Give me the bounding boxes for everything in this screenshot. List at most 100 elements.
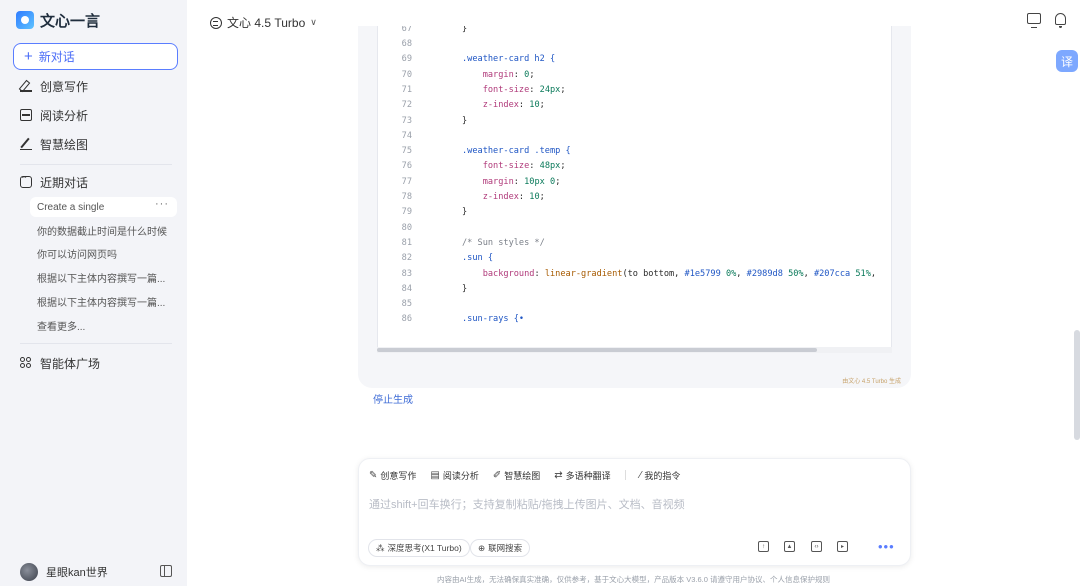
web-search-label: 联网搜索 [488,543,523,553]
code-text: background: linear-gradient(to bottom, #… [482,268,877,279]
code-text: font-size: 24px; [482,84,566,95]
code-line: 71 font-size: 24px; [378,83,891,98]
tool-label: 我的指令 [644,470,681,481]
line-number: 72 [401,100,412,111]
code-text: z-index: 10; [482,192,545,202]
code-block: 67} 68 69 .weather-card h2 {70 margin: 0; 71… [377,26,892,353]
code-line: 72 z-index: 10; [378,98,891,113]
code-text: } [462,283,468,294]
code-text: margin: 10px 0; [482,176,561,187]
code-line: 68 [378,37,891,52]
line-number: 83 [401,268,412,279]
view-more-link[interactable]: 查看更多... [37,316,177,334]
plus-icon: + [24,48,33,65]
sidebar-item-label: 创意写作 [40,79,89,94]
deep-think-toggle[interactable]: ⁂ 深度思考(X1 Turbo) [368,539,470,557]
line-number: 71 [401,84,412,95]
line-number: 85 [401,299,412,310]
logo[interactable]: 文心一言 [16,9,100,31]
main-area: 文心 4.5 Turbo ∨ 67} 68 69 .weather-card h2 {… [187,0,1080,586]
line-number: 69 [401,54,412,65]
divider [20,343,172,344]
video-icon[interactable]: ▸ [837,541,848,552]
message-input[interactable]: 通过shift+回车换行；支持复制粘贴/拖拽上传图片、文档、音视频 [369,496,685,512]
user-profile[interactable]: 星眼kan世界 [20,561,108,583]
logo-text: 文心一言 [40,12,101,30]
user-name: 星眼kan世界 [46,567,108,579]
line-number: 84 [401,283,412,294]
history-item-label: Create a single [37,201,105,213]
monitor-icon[interactable] [1027,13,1041,29]
brush-icon [20,138,32,150]
code-line: 85 [378,297,891,312]
tool-creative-writing[interactable]: ✎ 创意写作 [369,469,416,482]
more-options-icon[interactable]: ··· [155,198,169,210]
model-icon [210,16,222,29]
code-line: 79} [378,205,891,220]
view-more-label: 查看更多... [37,321,86,333]
history-item[interactable]: 根据以下主体内容撰写一篇... [37,268,177,286]
sidebar-item-creative-writing[interactable]: 创意写作 [20,76,88,96]
tool-reading-analysis[interactable]: ▤ 阅读分析 [430,469,478,482]
code-line: 83 background: linear-gradient(to bottom… [378,267,891,282]
translate-icon: ⇄ [554,469,563,481]
tool-bar: ✎ 创意写作 ▤ 阅读分析 ✐ 智慧绘图 ⇄ 多语种翻译 ⁄ 我的指令 [369,467,680,483]
code-text: z-index: 10; [482,100,545,111]
tool-label: 阅读分析 [442,470,479,481]
code-line: 81 /* Sun styles */ [378,236,891,251]
model-selector[interactable]: 文心 4.5 Turbo ∨ [210,14,317,31]
code-text: .sun-rays {• [462,314,525,325]
document-icon [20,109,32,121]
tool-translate[interactable]: ⇄ 多语种翻译 [554,469,610,482]
new-chat-button[interactable]: + 新对话 [13,43,178,70]
code-text: .sun { [462,253,494,264]
line-number: 80 [401,222,412,233]
history-item[interactable]: Create a single ··· [37,198,177,216]
web-search-toggle[interactable]: ⊕ 联网搜索 [470,539,531,557]
code-line: 84} [378,282,891,297]
horizontal-scrollbar[interactable] [377,347,892,353]
history-item[interactable]: 你的数据截止时间是什么时候 [37,221,177,239]
tool-smart-drawing[interactable]: ✐ 智慧绘图 [493,469,540,482]
line-number: 75 [401,146,412,157]
code-line: 67} [378,26,891,37]
stop-generating-button[interactable]: 停止生成 [373,391,413,406]
code-text: /* Sun styles */ [462,237,545,248]
pen-icon [20,80,32,92]
code-icon[interactable]: ‹› [811,541,822,552]
line-number: 82 [401,253,412,264]
line-number: 86 [401,314,412,325]
sidebar-item-agent-plaza[interactable]: 智能体广场 [20,353,100,373]
tool-label: 创意写作 [380,470,417,481]
line-number: 77 [401,176,412,187]
history-item[interactable]: 你可以访问网页吗 [37,244,177,262]
sidebar-item-reading-analysis[interactable]: 阅读分析 [20,105,88,125]
chat-icon [20,173,32,188]
code-line: 70 margin: 0; [378,68,891,83]
line-number: 79 [401,207,412,218]
tool-my-instructions[interactable]: ⁄ 我的指令 [640,469,681,482]
grid-icon [20,357,32,369]
translate-button[interactable]: 译 [1056,50,1078,72]
code-line: 82 .sun { [378,251,891,266]
code-line: 77 margin: 10px 0; [378,175,891,190]
tool-label: 多语种翻译 [565,470,611,481]
scrollbar-thumb[interactable] [377,348,817,352]
input-card: ✎ 创意写作 ▤ 阅读分析 ✐ 智慧绘图 ⇄ 多语种翻译 ⁄ 我的指令 通过sh… [358,458,911,566]
upload-file-icon[interactable]: ↑ [758,541,769,552]
globe-icon: ⊕ [478,542,486,553]
code-text: .weather-card .temp { [462,146,571,157]
image-icon[interactable]: ▲ [784,541,795,552]
more-options-icon[interactable]: ••• [878,539,895,554]
page-scrollbar[interactable] [1074,330,1080,440]
document-icon: ▤ [430,469,440,481]
code-text: } [462,115,468,126]
sidebar-toggle-icon[interactable] [160,565,172,577]
sidebar: 文心一言 + 新对话 创意写作 阅读分析 智慧绘图 近期对话 Create a … [0,0,187,586]
history-item[interactable]: 根据以下主体内容撰写一篇... [37,292,177,310]
history-item-label: 你的数据截止时间是什么时候 [37,226,167,238]
sidebar-item-smart-drawing[interactable]: 智慧绘图 [20,134,88,154]
tool-label: 智慧绘图 [504,470,541,481]
recent-chats-header: 近期对话 [20,172,88,192]
bell-icon[interactable] [1055,13,1066,28]
